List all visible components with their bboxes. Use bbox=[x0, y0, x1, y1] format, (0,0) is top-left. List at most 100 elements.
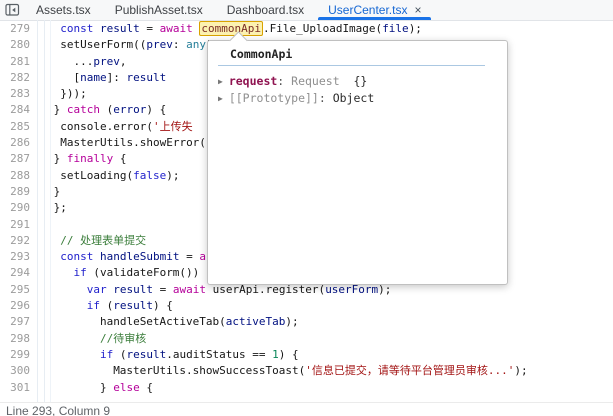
expand-arrow-icon[interactable]: ▶ bbox=[218, 90, 223, 107]
line-number[interactable]: 284 bbox=[0, 102, 30, 118]
code-token: var bbox=[87, 283, 107, 296]
code-token: (validateForm()) { bbox=[87, 266, 213, 279]
code-token: '信息已提交，请等待平台管理员审核...' bbox=[305, 364, 514, 377]
code-token: result bbox=[113, 283, 153, 296]
code-line-298[interactable]: 298//待审核 bbox=[0, 331, 613, 347]
code-token: ) { bbox=[279, 348, 299, 361]
code-line-301[interactable]: 301} else { bbox=[0, 380, 613, 396]
tab-label: UserCenter.tsx bbox=[328, 3, 407, 17]
code-token: ( bbox=[113, 348, 126, 361]
code-token: const bbox=[60, 22, 93, 35]
line-number[interactable]: 298 bbox=[0, 331, 30, 347]
expand-arrow-icon[interactable]: ▶ bbox=[218, 73, 223, 90]
code-token: = bbox=[179, 250, 199, 263]
tab-usercenter-tsx[interactable]: UserCenter.tsx × bbox=[316, 0, 433, 20]
code-token: ); bbox=[166, 169, 179, 182]
line-number[interactable]: 292 bbox=[0, 233, 30, 249]
code-token: } bbox=[54, 103, 67, 116]
show-navigator-panel-icon bbox=[5, 3, 20, 17]
hovered-token[interactable]: commonApi bbox=[199, 21, 263, 36]
line-number[interactable]: 300 bbox=[0, 363, 30, 379]
code-line-296[interactable]: 296if (result) { bbox=[0, 298, 613, 314]
tab-close-icon[interactable]: × bbox=[414, 3, 421, 17]
line-number[interactable]: 283 bbox=[0, 86, 30, 102]
tab-label: Dashboard.tsx bbox=[227, 3, 304, 17]
line-number[interactable]: 295 bbox=[0, 282, 30, 298]
code-token: } bbox=[54, 185, 61, 198]
code-line-300[interactable]: 300 MasterUtils.showSuccessToast('信息已提交，请… bbox=[0, 363, 613, 379]
line-number[interactable]: 288 bbox=[0, 168, 30, 184]
status-bar: Line 293, Column 9 bbox=[0, 402, 613, 416]
line-number[interactable]: 285 bbox=[0, 119, 30, 135]
code-token: : bbox=[173, 38, 186, 51]
code-token: prev bbox=[146, 38, 173, 51]
code-token: } bbox=[54, 152, 67, 165]
tab-assets-tsx[interactable]: Assets.tsx bbox=[24, 0, 103, 20]
code-token: handleSubmit bbox=[100, 250, 179, 263]
code-token: if bbox=[73, 266, 86, 279]
code-token: activeTab bbox=[226, 315, 286, 328]
code-token: else bbox=[113, 381, 140, 394]
indent-guide bbox=[50, 20, 51, 402]
code-token: result bbox=[113, 299, 153, 312]
code-token: any bbox=[186, 38, 206, 51]
code-token: setLoading( bbox=[60, 169, 133, 182]
code-token: if bbox=[100, 348, 113, 361]
code-token: '上传失 bbox=[153, 120, 193, 133]
code-token: setUserForm(( bbox=[60, 38, 146, 51]
line-number[interactable]: 294 bbox=[0, 265, 30, 281]
line-code: } else { bbox=[30, 380, 613, 396]
property-name: [[Prototype]] bbox=[229, 91, 319, 105]
popup-property-row[interactable]: ▶[[Prototype]]: Object bbox=[208, 90, 507, 107]
fold-column-separator bbox=[44, 20, 45, 402]
line-number[interactable]: 280 bbox=[0, 37, 30, 53]
object-hover-popup: CommonApi ▶request: Request {}▶[[Prototy… bbox=[207, 40, 508, 285]
line-number[interactable]: 293 bbox=[0, 249, 30, 265]
code-token: console.error( bbox=[60, 120, 153, 133]
code-token: })); bbox=[60, 87, 87, 100]
code-token: false bbox=[133, 169, 166, 182]
code-line-279[interactable]: 279const result = await commonApi.File_U… bbox=[0, 21, 613, 37]
property-colon: : bbox=[319, 91, 333, 105]
code-token: MasterUtils.showSuccessToast( bbox=[113, 364, 305, 377]
code-token: error bbox=[113, 103, 146, 116]
line-number[interactable]: 291 bbox=[0, 217, 30, 233]
code-token: file bbox=[382, 22, 409, 35]
tab-label: PublishAsset.tsx bbox=[115, 3, 203, 17]
code-token: ); bbox=[285, 315, 298, 328]
code-token: await bbox=[160, 22, 193, 35]
line-number[interactable]: 286 bbox=[0, 135, 30, 151]
code-token: ) { bbox=[153, 299, 173, 312]
line-code: if (result) { bbox=[30, 298, 613, 314]
popup-property-row[interactable]: ▶request: Request {} bbox=[208, 73, 507, 90]
code-token: { bbox=[113, 152, 126, 165]
code-token: } bbox=[100, 381, 113, 394]
show-navigator-button[interactable] bbox=[0, 0, 24, 20]
code-line-297[interactable]: 297handleSetActiveTab(activeTab); bbox=[0, 314, 613, 330]
tab-bar-tabs: Assets.tsx PublishAsset.tsx Dashboard.tsx U… bbox=[24, 0, 433, 20]
property-colon: : bbox=[277, 74, 291, 88]
line-number[interactable]: 299 bbox=[0, 347, 30, 363]
code-token: if bbox=[87, 299, 100, 312]
code-token: }; bbox=[54, 201, 67, 214]
tab-dashboard-tsx[interactable]: Dashboard.tsx bbox=[215, 0, 316, 20]
line-number[interactable]: 290 bbox=[0, 200, 30, 216]
code-token: = bbox=[153, 283, 173, 296]
line-number[interactable]: 301 bbox=[0, 380, 30, 396]
code-line-299[interactable]: 299if (result.auditStatus == 1) { bbox=[0, 347, 613, 363]
line-number[interactable]: 297 bbox=[0, 314, 30, 330]
line-number[interactable]: 279 bbox=[0, 21, 30, 37]
line-number[interactable]: 282 bbox=[0, 70, 30, 86]
line-number[interactable]: 281 bbox=[0, 54, 30, 70]
code-token: ( bbox=[100, 299, 113, 312]
line-number[interactable]: 287 bbox=[0, 151, 30, 167]
line-number[interactable]: 289 bbox=[0, 184, 30, 200]
tab-publishasset-tsx[interactable]: PublishAsset.tsx bbox=[103, 0, 215, 20]
code-token: ... bbox=[73, 55, 93, 68]
code-token: ( bbox=[100, 103, 113, 116]
code-token bbox=[93, 250, 100, 263]
code-token: .auditStatus == bbox=[166, 348, 272, 361]
devtools-sources-panel: Assets.tsx PublishAsset.tsx Dashboard.tsx U… bbox=[0, 0, 613, 416]
line-number[interactable]: 296 bbox=[0, 298, 30, 314]
file-tab-bar: Assets.tsx PublishAsset.tsx Dashboard.tsx U… bbox=[0, 0, 613, 21]
